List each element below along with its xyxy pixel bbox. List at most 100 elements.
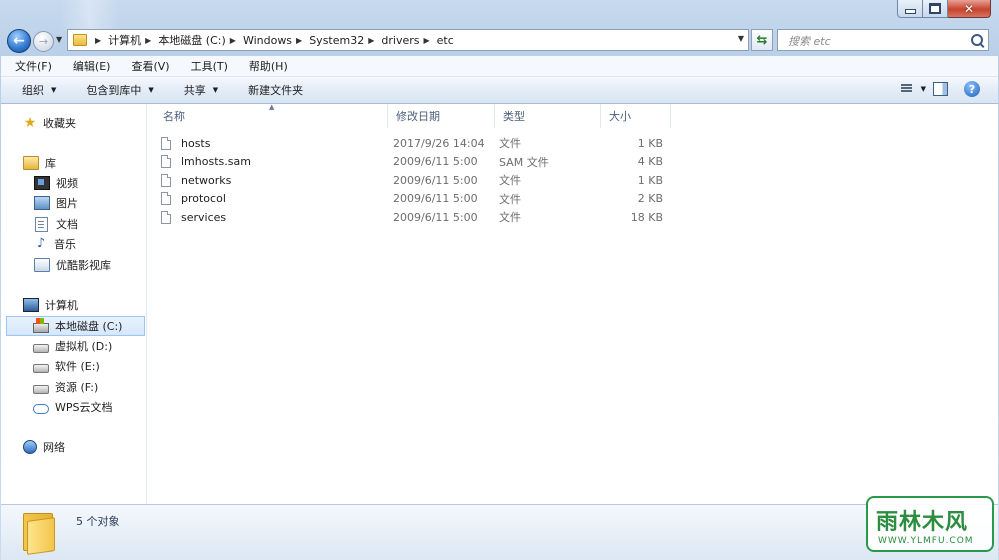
- sidebar-item-label: 网络: [43, 441, 65, 454]
- refresh-button[interactable]: ⇆: [751, 29, 773, 51]
- table-row[interactable]: hosts 2017/9/26 14:04 文件 1 KB: [161, 134, 671, 152]
- sidebar-item-pictures[interactable]: 图片: [34, 193, 144, 213]
- drive-icon: [33, 385, 49, 394]
- sidebar-item-drive-e[interactable]: 软件 (E:): [33, 356, 143, 376]
- organize-button[interactable]: 组织 ▼: [1, 82, 66, 98]
- file-modified: 2009/6/11 5:00: [393, 155, 478, 168]
- table-row[interactable]: networks 2009/6/11 5:00 文件 1 KB: [161, 171, 671, 189]
- file-name: networks: [181, 173, 232, 187]
- breadcrumb-separator-icon[interactable]: ▶: [296, 36, 302, 45]
- menu-tools[interactable]: 工具(T): [177, 58, 235, 74]
- sidebar-item-label: 优酷影视库: [56, 259, 111, 272]
- include-in-library-label: 包含到库中: [86, 84, 142, 97]
- breadcrumb-label: System32: [309, 33, 365, 47]
- search-box[interactable]: [777, 29, 989, 51]
- maximize-button[interactable]: [923, 0, 948, 18]
- breadcrumb-item[interactable]: Windows ▶: [243, 32, 309, 48]
- address-dropdown-icon[interactable]: ▼: [738, 34, 744, 43]
- search-input[interactable]: [786, 31, 970, 51]
- navigation-bar: ← → ▼ ▶ 计算机 ▶ 本地磁盘 (C:) ▶ Windows ▶ System32 ▶ d…: [0, 26, 999, 54]
- item-count: 5 个对象: [76, 515, 120, 528]
- file-type: SAM 文件: [499, 155, 549, 169]
- column-header-label: 修改日期: [396, 110, 440, 123]
- column-header-name[interactable]: 名称 ▲: [147, 103, 388, 128]
- caption-buttons: ✕: [897, 0, 991, 18]
- sidebar-item-label: 图片: [56, 197, 78, 210]
- folder-icon: [73, 34, 87, 46]
- breadcrumb-separator-icon[interactable]: ▶: [230, 36, 236, 45]
- table-row[interactable]: services 2009/6/11 5:00 文件 18 KB: [161, 208, 671, 226]
- share-label: 共享: [183, 84, 206, 97]
- breadcrumb-item[interactable]: 计算机 ▶: [108, 32, 158, 48]
- column-header-modified[interactable]: 修改日期: [388, 104, 495, 128]
- breadcrumb-item[interactable]: 本地磁盘 (C:) ▶: [158, 32, 243, 48]
- breadcrumb-separator-icon[interactable]: ▶: [145, 36, 151, 45]
- sidebar-item-label: 音乐: [54, 238, 76, 251]
- sidebar-item-music[interactable]: ♪ 音乐: [34, 234, 144, 254]
- picture-icon: [34, 196, 50, 210]
- refresh-icon: ⇆: [756, 32, 768, 48]
- sidebar-item-label: 视频: [56, 177, 78, 190]
- chevron-down-icon: ▼: [148, 86, 154, 94]
- views-icon[interactable]: [901, 84, 912, 95]
- column-header-label: 名称: [163, 110, 185, 123]
- library-folder-icon: [34, 258, 50, 272]
- search-icon[interactable]: [971, 34, 983, 46]
- breadcrumb-item[interactable]: drivers ▶: [381, 32, 436, 48]
- breadcrumb-label: 计算机: [108, 34, 142, 47]
- file-icon: [161, 173, 171, 187]
- file-list: 名称 ▲ 修改日期 类型 大小 hosts 2017/9/26 14:04 文件 1 …: [147, 103, 998, 504]
- explorer-body: ★ 收藏夹 库 视频 图片 文档 ♪ 音乐 优酷影视库 计算机 本地磁盘 (C:) …: [1, 103, 998, 504]
- recent-pages-dropdown[interactable]: ▼: [56, 35, 62, 44]
- column-header-size[interactable]: 大小: [601, 104, 671, 128]
- minimize-button[interactable]: [897, 0, 923, 18]
- file-size: 1 KB: [637, 173, 663, 187]
- include-in-library-button[interactable]: 包含到库中 ▼: [76, 82, 163, 98]
- preview-pane-icon[interactable]: [933, 82, 948, 96]
- column-header-label: 类型: [503, 110, 525, 123]
- computer-icon: [23, 298, 39, 312]
- sidebar-item-documents[interactable]: 文档: [35, 214, 145, 234]
- minimize-icon: [904, 9, 916, 14]
- breadcrumb-separator-icon[interactable]: ▶: [368, 36, 374, 45]
- sidebar-item-label: 虚拟机 (D:): [55, 340, 113, 353]
- back-button[interactable]: ←: [7, 29, 31, 53]
- drive-icon: [33, 364, 49, 373]
- menu-view[interactable]: 查看(V): [117, 58, 176, 74]
- share-button[interactable]: 共享 ▼: [174, 82, 228, 98]
- library-icon: [23, 156, 39, 170]
- file-icon: [161, 155, 171, 168]
- sidebar-item-youku-library[interactable]: 优酷影视库: [34, 255, 144, 275]
- menu-file[interactable]: 文件(F): [1, 58, 59, 74]
- sidebar-item-wps-cloud[interactable]: WPS云文档: [33, 397, 143, 417]
- address-bar[interactable]: ▶ 计算机 ▶ 本地磁盘 (C:) ▶ Windows ▶ System32 ▶ drivers…: [67, 29, 749, 51]
- sidebar-item-favorites[interactable]: ★ 收藏夹: [23, 113, 143, 133]
- file-size: 2 KB: [637, 192, 663, 205]
- sidebar-item-network[interactable]: 网络: [23, 437, 143, 457]
- table-row[interactable]: lmhosts.sam 2009/6/11 5:00 SAM 文件 4 KB: [161, 153, 671, 171]
- sidebar-item-videos[interactable]: 视频: [34, 173, 144, 193]
- new-folder-button[interactable]: 新建文件夹: [238, 82, 313, 98]
- breadcrumb-separator[interactable]: ▶: [91, 36, 108, 45]
- table-row[interactable]: protocol 2009/6/11 5:00 文件 2 KB: [161, 190, 671, 208]
- sidebar-item-drive-f[interactable]: 资源 (F:): [33, 377, 143, 397]
- sidebar-item-libraries[interactable]: 库: [23, 153, 143, 173]
- breadcrumb-item[interactable]: etc: [437, 32, 454, 48]
- forward-button[interactable]: →: [33, 31, 54, 52]
- file-modified: 2009/6/11 5:00: [393, 192, 478, 205]
- watermark-text: 雨林木风: [876, 510, 969, 535]
- breadcrumb-item[interactable]: System32 ▶: [309, 32, 381, 48]
- menu-edit[interactable]: 编辑(E): [59, 58, 118, 74]
- file-icon: [161, 136, 171, 150]
- sidebar-item-drive-d[interactable]: 虚拟机 (D:): [33, 336, 143, 356]
- column-header-label: 大小: [609, 110, 631, 123]
- sidebar-item-drive-c[interactable]: 本地磁盘 (C:): [6, 316, 145, 336]
- file-icon: [161, 210, 171, 224]
- menu-help[interactable]: 帮助(H): [235, 58, 295, 74]
- close-button[interactable]: ✕: [948, 0, 991, 18]
- views-dropdown-icon[interactable]: ▼: [921, 85, 926, 93]
- sidebar-item-computer[interactable]: 计算机: [23, 295, 143, 315]
- breadcrumb-separator-icon[interactable]: ▶: [423, 36, 429, 45]
- help-icon[interactable]: ?: [964, 81, 980, 97]
- column-header-type[interactable]: 类型: [495, 104, 601, 128]
